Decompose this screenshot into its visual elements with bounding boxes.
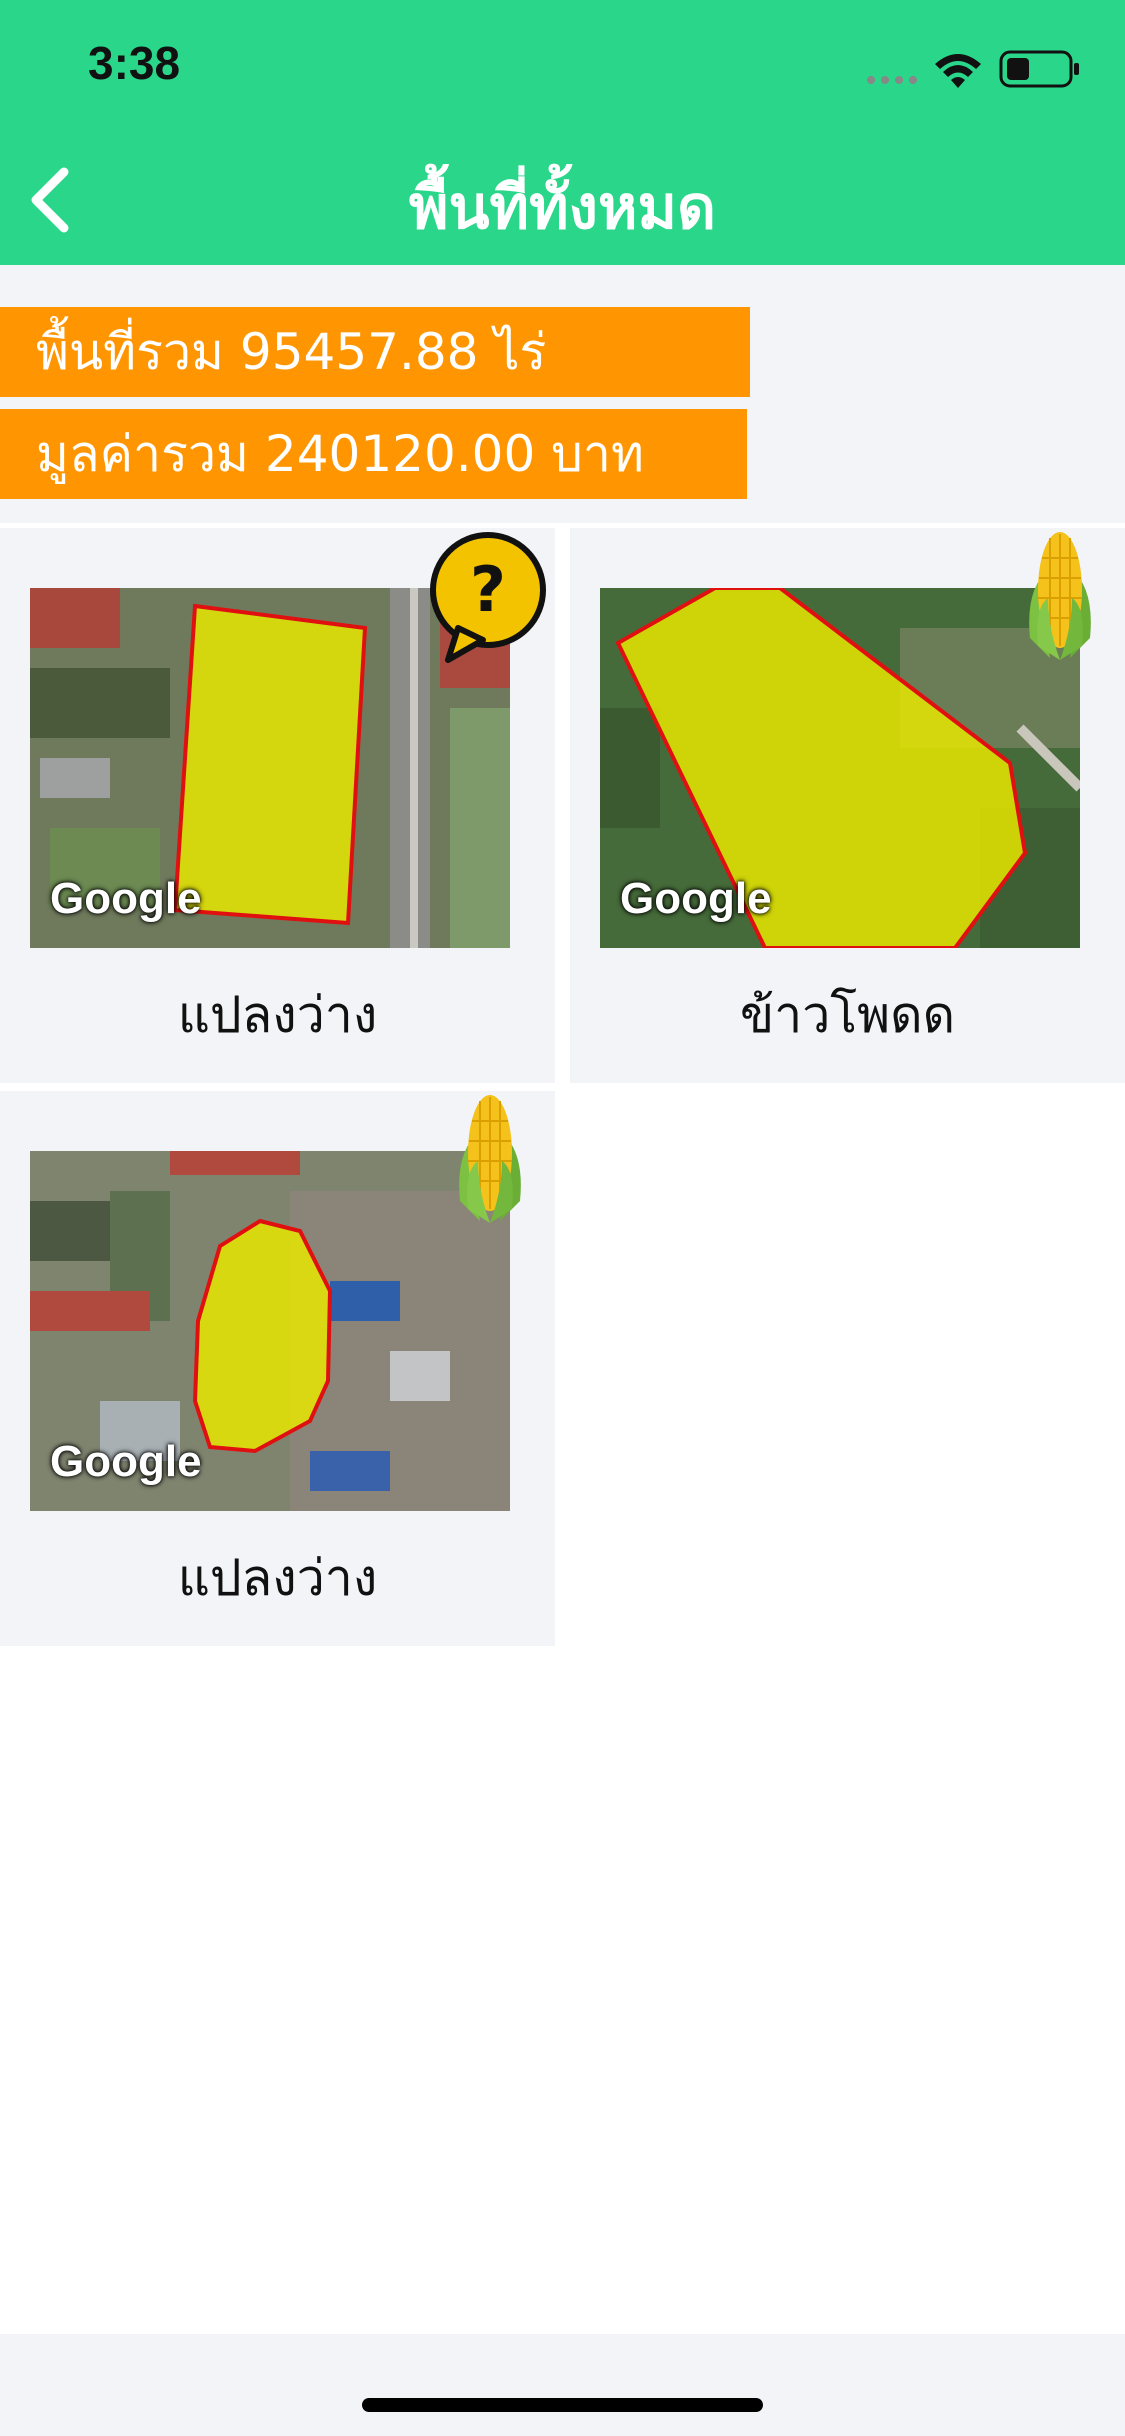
battery-icon: [999, 50, 1079, 88]
total-value-badge: มูลค่ารวม 240120.00 บาท: [0, 409, 747, 499]
page-title: พื้นที่ทั้งหมด: [408, 173, 717, 243]
navigation-bar: พื้นที่ทั้งหมด: [0, 130, 1125, 265]
svg-text:?: ?: [470, 553, 506, 626]
signal-icon: [867, 76, 917, 84]
plot-card[interactable]: Google แปลงว่าง: [0, 1091, 555, 1646]
google-attribution: Google: [50, 874, 202, 923]
wifi-icon: [935, 54, 981, 88]
corn-icon: [1029, 532, 1091, 660]
status-bar: 3:38: [0, 0, 1125, 130]
total-area-badge: พื้นที่รวม 95457.88 ไร่: [0, 307, 750, 397]
plot-card[interactable]: Google ข้าวโพดด: [570, 528, 1125, 1083]
plot-map-thumbnail: Google: [30, 1151, 510, 1511]
corn-icon: [459, 1095, 521, 1223]
plot-card[interactable]: Google แปลงว่าง ?: [0, 528, 555, 1083]
status-time: 3:38: [88, 37, 181, 89]
google-attribution: Google: [620, 874, 772, 923]
google-attribution: Google: [50, 1437, 202, 1486]
plot-map-thumbnail: Google: [600, 588, 1080, 948]
plot-label: แปลงว่าง: [177, 986, 378, 1044]
summary-section: พื้นที่รวม 95457.88 ไร่ มูลค่ารวม 240120…: [0, 265, 1125, 523]
plot-label: ข้าวโพดด: [739, 986, 956, 1044]
home-indicator-area: [0, 2334, 1125, 2436]
plot-label: แปลงว่าง: [177, 1549, 378, 1607]
question-icon: ?: [430, 532, 546, 663]
home-indicator[interactable]: [362, 2398, 763, 2412]
status-icons: [867, 50, 1079, 88]
